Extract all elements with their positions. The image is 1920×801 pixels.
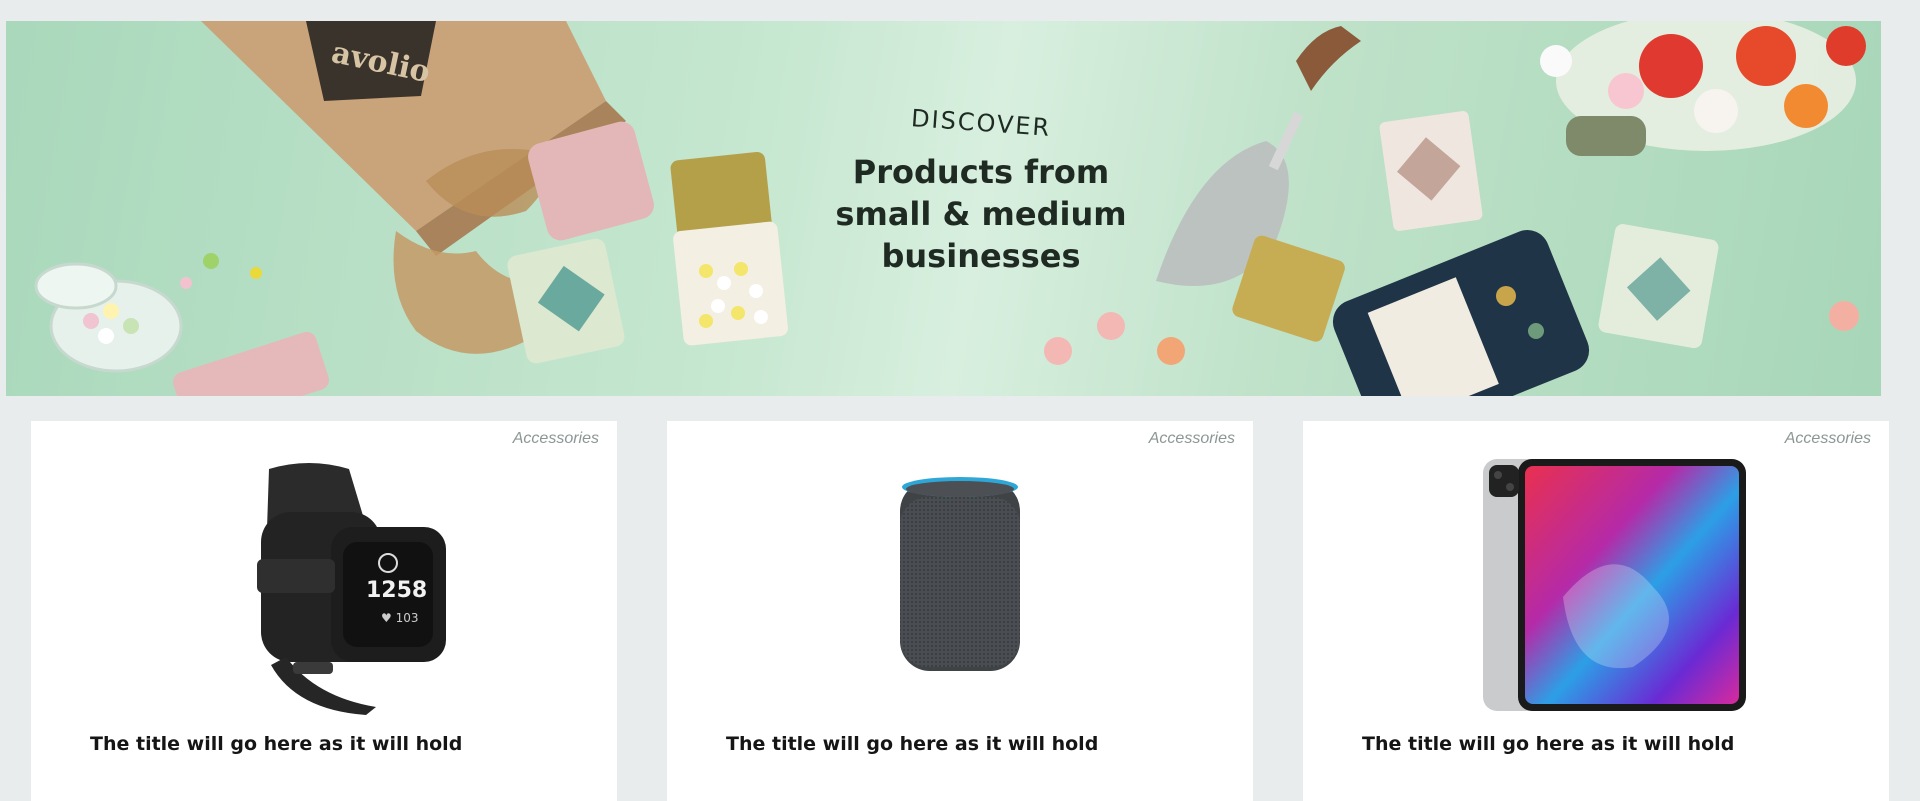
product-card[interactable]: Accessories The title will go here as it… [1303, 421, 1889, 801]
product-title[interactable]: The title will go here as it will hold [1362, 733, 1734, 755]
product-title[interactable]: The title will go here as it will hold [726, 733, 1098, 755]
svg-text:♥ 103: ♥ 103 [381, 611, 418, 625]
hero-kicker: DISCOVER [910, 104, 1052, 142]
hero-text-block: DISCOVER Products from small & medium bu… [806, 104, 1156, 277]
product-image-tablet[interactable] [1303, 457, 1889, 715]
floral-tin-illustration [1332, 230, 1590, 396]
svg-text:1258: 1258 [366, 578, 427, 603]
category-label: Accessories [512, 430, 599, 447]
product-card[interactable]: Accessories 1258 ♥ 103 The title will go… [31, 421, 617, 801]
scoop-illustration [1156, 26, 1361, 342]
glass-jar-illustration [34, 262, 183, 373]
product-image-fitness-tracker[interactable]: 1258 ♥ 103 [31, 457, 617, 715]
flowers-illustration [1540, 21, 1866, 156]
product-card[interactable]: Accessories The title will go here as it… [667, 421, 1253, 801]
hero-headline: Products from small & medium businesses [835, 153, 1127, 275]
hero-banner[interactable]: avolio DISCOVER Products from small & me… [6, 21, 1881, 396]
candy-tin-illustration [670, 152, 788, 346]
category-label: Accessories [1784, 430, 1871, 447]
product-image-smart-speaker[interactable] [667, 457, 1253, 715]
category-label: Accessories [1148, 430, 1235, 447]
product-title[interactable]: The title will go here as it will hold [90, 733, 462, 755]
